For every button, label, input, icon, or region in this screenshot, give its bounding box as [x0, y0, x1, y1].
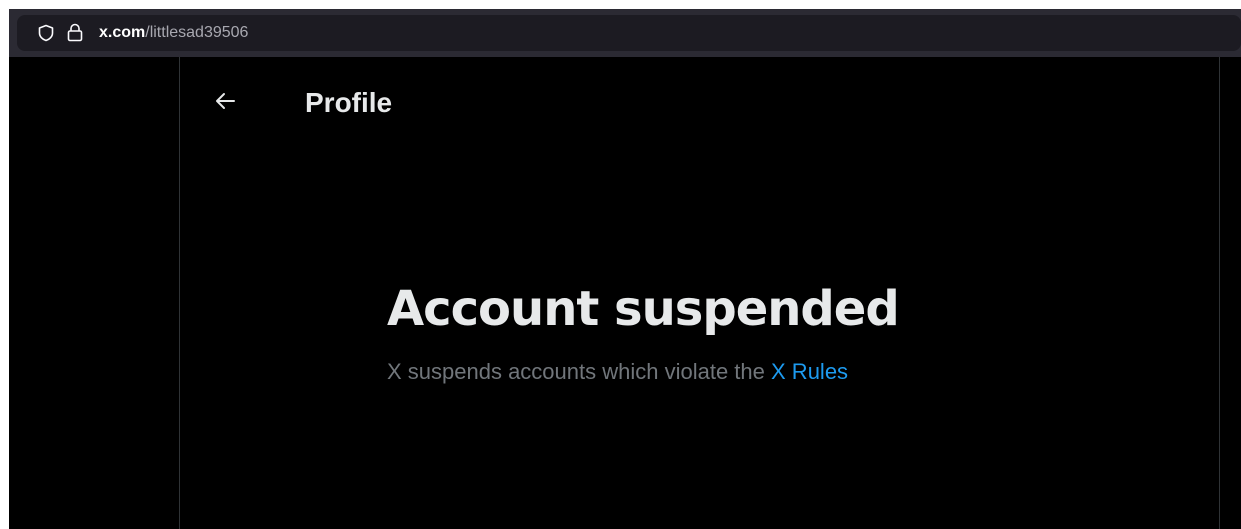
column-divider-right	[1219, 57, 1220, 529]
url-path: /littlesad39506	[145, 24, 249, 41]
suspended-description: X suspends accounts which violate the X …	[387, 358, 848, 386]
shield-icon[interactable]	[37, 24, 55, 42]
browser-toolbar: x.com/littlesad39506	[9, 9, 1241, 57]
x-rules-link[interactable]: X Rules	[771, 359, 848, 384]
page-title: Profile	[305, 87, 393, 118]
url-host: x.com	[99, 24, 146, 41]
browser-window: x.com/littlesad39506 Profile Account sus…	[9, 9, 1241, 529]
suspended-heading: Account suspended	[387, 281, 900, 337]
back-button[interactable]	[205, 83, 245, 123]
url-text[interactable]: x.com/littlesad39506	[99, 24, 248, 42]
address-bar[interactable]: x.com/littlesad39506	[17, 15, 1241, 51]
column-divider-left	[179, 57, 180, 529]
description-text: X suspends accounts which violate the	[387, 359, 772, 384]
profile-page: Profile Account suspended X suspends acc…	[9, 57, 1241, 529]
arrow-left-icon	[214, 90, 236, 117]
lock-icon[interactable]	[66, 23, 84, 42]
